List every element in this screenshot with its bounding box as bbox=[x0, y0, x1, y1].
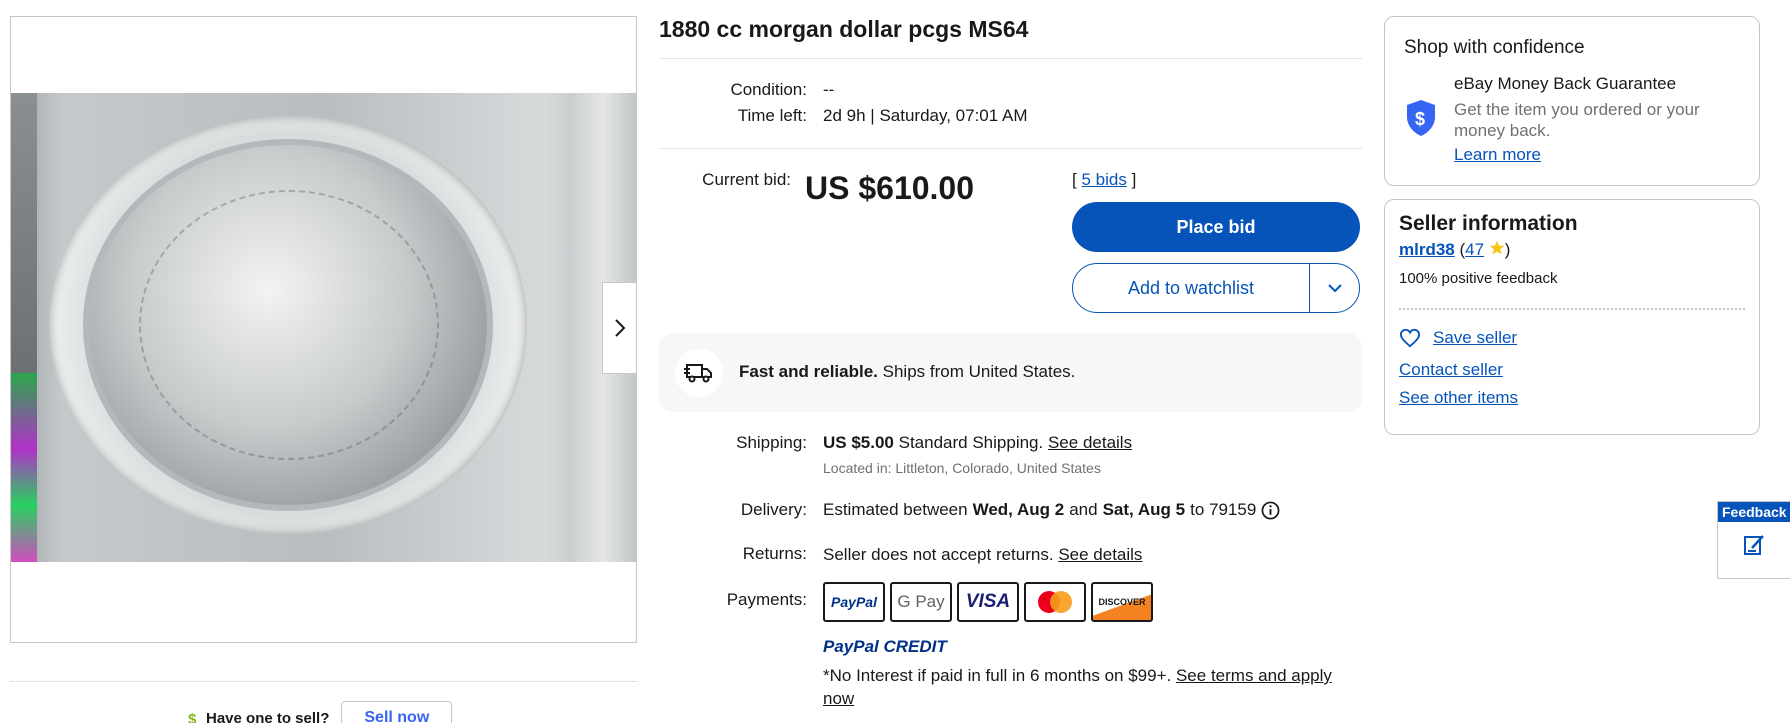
confidence-heading: Shop with confidence bbox=[1404, 37, 1585, 58]
delivery-end: Sat, Aug 5 bbox=[1102, 500, 1186, 519]
info-icon[interactable] bbox=[1261, 501, 1280, 520]
condition-value: -- bbox=[823, 80, 835, 99]
shipping-banner-bold: Fast and reliable. bbox=[739, 362, 878, 381]
positive-feedback: 100% positive feedback bbox=[1399, 270, 1558, 287]
truck-icon bbox=[675, 349, 723, 397]
add-to-watchlist-button[interactable]: Add to watchlist bbox=[1073, 264, 1309, 312]
seller-info-card: Seller information mlrd38 (47 ) 100% pos… bbox=[1384, 199, 1760, 435]
google-pay-logo: G Pay bbox=[890, 582, 952, 622]
watchlist-dropdown-button[interactable] bbox=[1309, 264, 1359, 312]
heart-icon bbox=[1399, 328, 1421, 348]
image-gallery bbox=[10, 16, 637, 643]
feedback-label: Feedback bbox=[1718, 502, 1790, 522]
delivery-start: Wed, Aug 2 bbox=[972, 500, 1065, 519]
star-icon bbox=[1489, 240, 1504, 255]
current-bid-label: Current bid: bbox=[702, 170, 791, 189]
shipping-method: Standard Shipping. bbox=[898, 433, 1044, 452]
delivery-zip: to 79159 bbox=[1190, 500, 1257, 519]
hologram-label bbox=[11, 373, 37, 562]
payments-label: Payments: bbox=[726, 590, 807, 609]
shop-with-confidence-card: Shop with confidence $ eBay Money Back G… bbox=[1384, 16, 1760, 186]
bracket: [ bbox=[1072, 170, 1077, 189]
see-other-items-link[interactable]: See other items bbox=[1399, 388, 1518, 408]
watchlist-control: Add to watchlist bbox=[1072, 263, 1360, 313]
shipping-banner-detail: Ships from United States. bbox=[882, 362, 1076, 381]
time-remaining: 2d 9h bbox=[823, 106, 866, 125]
condition-label: Condition: bbox=[730, 80, 807, 99]
edit-icon bbox=[1718, 522, 1790, 556]
returns-label: Returns: bbox=[742, 544, 807, 563]
shipping-details-link[interactable]: See details bbox=[1048, 433, 1132, 452]
save-seller-link[interactable]: Save seller bbox=[1433, 328, 1517, 348]
time-left-value: 2d 9h | Saturday, 07:01 AM bbox=[823, 106, 1028, 126]
learn-more-link[interactable]: Learn more bbox=[1454, 145, 1541, 165]
seller-heading: Seller information bbox=[1399, 212, 1578, 235]
place-bid-button[interactable]: Place bid bbox=[1072, 202, 1360, 252]
delivery-prefix: Estimated between bbox=[823, 500, 968, 519]
coin-relief bbox=[139, 190, 439, 460]
separator: | bbox=[870, 106, 875, 125]
item-photo[interactable] bbox=[11, 93, 636, 562]
seller-name-row: mlrd38 (47 ) bbox=[1399, 240, 1511, 259]
shipping-banner: Fast and reliable. Ships from United Sta… bbox=[659, 333, 1362, 412]
save-seller-row[interactable]: Save seller bbox=[1399, 328, 1517, 348]
dollar-icon: $ bbox=[188, 711, 197, 723]
contact-seller-row: Contact seller bbox=[1399, 360, 1503, 380]
page-title: 1880 cc morgan dollar pcgs MS64 bbox=[659, 16, 1029, 42]
paypal-credit-logo: PayPal CREDIT bbox=[823, 637, 947, 656]
current-price: US $610.00 bbox=[805, 170, 975, 206]
financing-terms: *No Interest if paid in full in 6 months… bbox=[823, 664, 1363, 710]
divider bbox=[659, 58, 1362, 59]
other-items-row: See other items bbox=[1399, 388, 1518, 408]
shipping-label: Shipping: bbox=[736, 433, 807, 452]
sell-now-button[interactable]: Sell now bbox=[341, 701, 453, 723]
shield-dollar-icon: $ bbox=[1407, 100, 1435, 136]
feedback-tab[interactable]: Feedback bbox=[1717, 501, 1790, 579]
returns-details-link[interactable]: See details bbox=[1058, 545, 1142, 564]
sell-prompt: Have one to sell? bbox=[206, 709, 330, 723]
shipping-banner-text: Fast and reliable. Ships from United Sta… bbox=[739, 362, 1075, 382]
bid-count: [ 5 bids ] bbox=[1072, 170, 1136, 190]
feedback-score-link[interactable]: 47 bbox=[1465, 240, 1484, 259]
discover-logo: DISCOVER bbox=[1091, 582, 1153, 622]
divider bbox=[1399, 308, 1745, 310]
contact-seller-link[interactable]: Contact seller bbox=[1399, 360, 1503, 380]
time-left-label: Time left: bbox=[737, 106, 807, 125]
shipping-price: US $5.00 bbox=[823, 433, 894, 452]
paypal-logo: PayPal bbox=[823, 582, 885, 622]
divider bbox=[10, 681, 637, 682]
item-location: Located in: Littleton, Colorado, United … bbox=[823, 460, 1101, 476]
bracket: ] bbox=[1131, 170, 1137, 189]
coin-image bbox=[83, 139, 493, 511]
delivery-label: Delivery: bbox=[740, 500, 807, 519]
returns-value: Seller does not accept returns. See deta… bbox=[823, 545, 1142, 565]
payment-methods: PayPal G Pay VISA DISCOVER bbox=[823, 582, 1153, 622]
returns-policy: Seller does not accept returns. bbox=[823, 545, 1054, 564]
end-time: Saturday, 07:01 AM bbox=[879, 106, 1028, 125]
divider bbox=[659, 148, 1362, 149]
next-image-button[interactable] bbox=[602, 282, 636, 374]
financing-text: *No Interest if paid in full in 6 months… bbox=[823, 666, 1172, 685]
bid-history-link[interactable]: 5 bids bbox=[1081, 170, 1126, 189]
delivery-value: Estimated between Wed, Aug 2 and Sat, Au… bbox=[823, 500, 1280, 520]
guarantee-title: eBay Money Back Guarantee bbox=[1454, 74, 1677, 93]
guarantee-description: Get the item you ordered or your money b… bbox=[1454, 100, 1700, 140]
delivery-and: and bbox=[1069, 500, 1098, 519]
seller-name-link[interactable]: mlrd38 bbox=[1399, 240, 1455, 259]
chevron-right-icon bbox=[614, 319, 625, 337]
svg-text:$: $ bbox=[188, 711, 197, 723]
shipping-value: US $5.00 Standard Shipping. See details bbox=[823, 433, 1132, 453]
svg-text:$: $ bbox=[1415, 109, 1425, 129]
sell-prompt-row: $ Have one to sell? Sell now bbox=[186, 701, 453, 723]
chevron-down-icon bbox=[1327, 284, 1342, 293]
mastercard-logo bbox=[1024, 582, 1086, 622]
visa-logo: VISA bbox=[957, 582, 1019, 622]
